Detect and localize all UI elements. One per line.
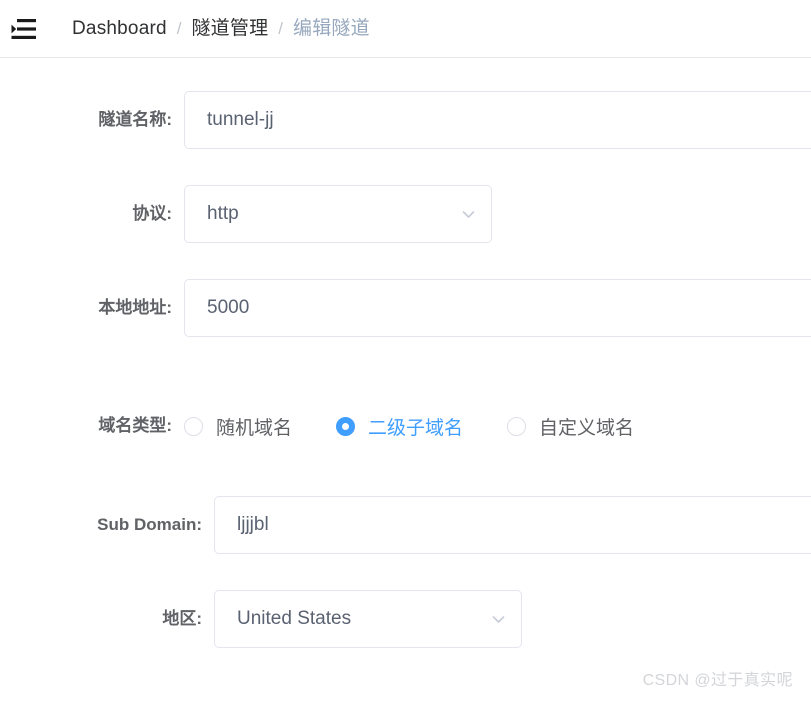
breadcrumb-separator: / <box>177 20 182 37</box>
breadcrumb-separator: / <box>278 20 283 37</box>
sub-domain-input[interactable]: ljjjbl <box>214 496 811 554</box>
region-label: 地区: <box>0 609 214 629</box>
radio-custom-domain[interactable]: 自定义域名 <box>507 413 634 440</box>
chevron-down-icon <box>490 611 507 628</box>
local-address-input[interactable]: 5000 <box>184 279 811 337</box>
protocol-select-value: http <box>207 203 450 225</box>
menu-unfold-icon[interactable] <box>0 0 48 58</box>
form-row-region: 地区: United States <box>0 590 522 648</box>
radio-second-level-subdomain[interactable]: 二级子域名 <box>336 413 463 440</box>
top-header-bar: Dashboard / 隧道管理 / 编辑隧道 <box>0 0 811 58</box>
radio-random-domain-label: 随机域名 <box>216 413 292 440</box>
breadcrumb-item-edit-tunnel: 编辑隧道 <box>293 19 370 38</box>
radio-mark-icon <box>184 417 203 436</box>
breadcrumb: Dashboard / 隧道管理 / 编辑隧道 <box>72 19 370 38</box>
region-select[interactable]: United States <box>214 590 522 648</box>
form-row-domain-type: 域名类型: 随机域名 二级子域名 自定义域名 <box>0 413 634 440</box>
radio-mark-selected-icon <box>336 417 355 436</box>
form-row-sub-domain: Sub Domain: ljjjbl <box>0 496 811 554</box>
breadcrumb-item-dashboard[interactable]: Dashboard <box>72 19 167 38</box>
local-address-label: 本地地址: <box>0 298 184 318</box>
region-select-value: United States <box>237 608 480 630</box>
domain-type-label: 域名类型: <box>0 416 184 436</box>
tunnel-name-label: 隧道名称: <box>0 110 184 130</box>
radio-random-domain[interactable]: 随机域名 <box>184 413 292 440</box>
form-row-local-address: 本地地址: 5000 <box>0 279 811 337</box>
breadcrumb-item-tunnel-management[interactable]: 隧道管理 <box>191 19 268 38</box>
protocol-select[interactable]: http <box>184 185 492 243</box>
edit-tunnel-form: 隧道名称: tunnel-jj 协议: http 本地地址: 5000 域名类型… <box>0 58 811 703</box>
sub-domain-label: Sub Domain: <box>0 515 214 535</box>
radio-custom-domain-label: 自定义域名 <box>539 413 634 440</box>
radio-mark-icon <box>507 417 526 436</box>
form-row-protocol: 协议: http <box>0 185 492 243</box>
protocol-label: 协议: <box>0 204 184 224</box>
chevron-down-icon <box>460 206 477 223</box>
tunnel-name-input[interactable]: tunnel-jj <box>184 91 811 149</box>
domain-type-radio-group: 随机域名 二级子域名 自定义域名 <box>184 413 634 440</box>
form-row-tunnel-name: 隧道名称: tunnel-jj <box>0 91 811 149</box>
radio-second-level-subdomain-label: 二级子域名 <box>368 413 463 440</box>
csdn-watermark: CSDN @过于真实呢 <box>643 666 793 690</box>
